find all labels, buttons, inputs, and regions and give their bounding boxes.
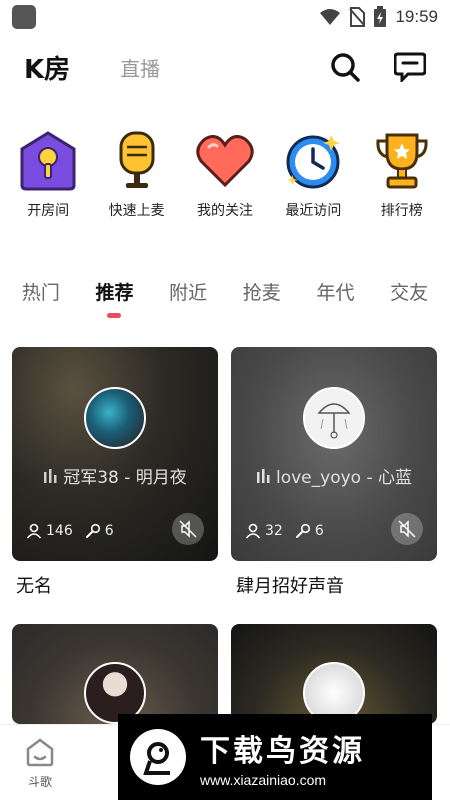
card-stats: 32 6: [245, 523, 324, 539]
message-icon[interactable]: [394, 52, 426, 82]
bird-logo-icon: [130, 729, 186, 785]
tab-live[interactable]: 直播: [120, 53, 160, 82]
mute-button[interactable]: [391, 513, 423, 545]
microphone-icon: [106, 130, 168, 192]
shortcut-label: 开房间: [27, 203, 70, 219]
song-line: 冠军38 - 明月夜: [12, 463, 218, 488]
tab-social[interactable]: 交友: [390, 278, 428, 322]
heart-icon: [194, 130, 256, 192]
speaker-muted-icon: [398, 520, 416, 538]
status-icons: 19:59: [319, 6, 438, 28]
status-time: 19:59: [395, 7, 438, 26]
card-stats: 146 6: [26, 523, 114, 539]
shortcut-label: 最近访问: [285, 203, 342, 219]
room-title[interactable]: 无名: [16, 572, 52, 598]
sound-bars-icon: [256, 468, 270, 483]
room-card[interactable]: [231, 624, 437, 724]
room-avatar: [303, 387, 365, 449]
clock-icon: [282, 130, 344, 192]
song-text: 冠军38 - 明月夜: [63, 468, 187, 488]
tab-recommend[interactable]: 推荐: [95, 278, 133, 322]
room-card[interactable]: [12, 624, 218, 724]
shortcut-label: 排行榜: [380, 203, 423, 219]
mic-count-text: 6: [314, 523, 324, 539]
tab-hot[interactable]: 热门: [22, 278, 60, 322]
song-text: love_yoyo - 心蓝: [275, 468, 412, 488]
watermark-title: 下载鸟资源: [200, 734, 365, 769]
room-avatar: [84, 387, 146, 449]
mic-count: 6: [295, 523, 324, 539]
shortcut-recent[interactable]: 最近访问: [271, 130, 355, 225]
speaker-muted-icon: [179, 520, 197, 538]
listener-count: 146: [26, 523, 73, 539]
mic-count-text: 6: [104, 523, 114, 539]
no-sim-icon: [349, 7, 366, 27]
tab-nearby[interactable]: 附近: [169, 278, 207, 322]
shortcut-open-room[interactable]: 开房间: [6, 130, 90, 225]
watermark-banner: 下载鸟资源 www.xiazainiao.com: [118, 714, 432, 800]
tab-recommend-label: 推荐: [95, 282, 134, 304]
mic-count: 6: [85, 523, 114, 539]
search-icon[interactable]: [330, 52, 360, 82]
mic-small-icon: [85, 523, 100, 538]
shortcut-label: 快速上麦: [108, 203, 165, 219]
listener-count: 32: [245, 523, 283, 539]
active-tab-indicator: [107, 313, 122, 318]
battery-icon: [374, 6, 387, 27]
shortcut-row: 开房间 快速上麦 我的关注 最近访问 排行榜: [0, 130, 450, 225]
status-bar: 19:59: [0, 0, 450, 34]
shortcut-following[interactable]: 我的关注: [183, 130, 267, 225]
mute-button[interactable]: [172, 513, 204, 545]
mic-small-icon: [295, 523, 310, 538]
room-card[interactable]: 冠军38 - 明月夜 146 6: [12, 347, 218, 561]
song-line: love_yoyo - 心蓝: [231, 463, 437, 488]
trophy-icon: [371, 130, 433, 192]
listener-count-text: 146: [46, 523, 73, 539]
notification-app-icon: [12, 5, 36, 29]
sound-bars-icon: [44, 468, 57, 483]
person-icon: [245, 523, 261, 539]
nav-home-label: 斗歌: [27, 775, 52, 789]
home-icon: [26, 738, 54, 767]
tab-grab-mic[interactable]: 抢麦: [243, 278, 281, 322]
room-card[interactable]: love_yoyo - 心蓝 32 6: [231, 347, 437, 561]
shortcut-quick-mic[interactable]: 快速上麦: [95, 130, 179, 225]
listener-count-text: 32: [265, 523, 283, 539]
mic-house-icon: [17, 130, 79, 192]
person-icon: [26, 523, 42, 539]
nav-home[interactable]: 斗歌: [10, 737, 70, 790]
top-nav: K房 直播: [0, 44, 450, 90]
shortcut-ranking[interactable]: 排行榜: [360, 130, 444, 225]
category-tabs: 热门 推荐 附近 抢麦 年代 交友: [0, 278, 450, 322]
tab-k-room[interactable]: K房: [24, 49, 70, 86]
tab-era[interactable]: 年代: [316, 278, 354, 322]
room-title[interactable]: 肆月招好声音: [236, 572, 344, 598]
shortcut-label: 我的关注: [196, 203, 253, 219]
wifi-icon: [320, 9, 341, 25]
watermark-url: www.xiazainiao.com: [200, 772, 327, 788]
umbrella-sketch-icon: [317, 403, 351, 439]
